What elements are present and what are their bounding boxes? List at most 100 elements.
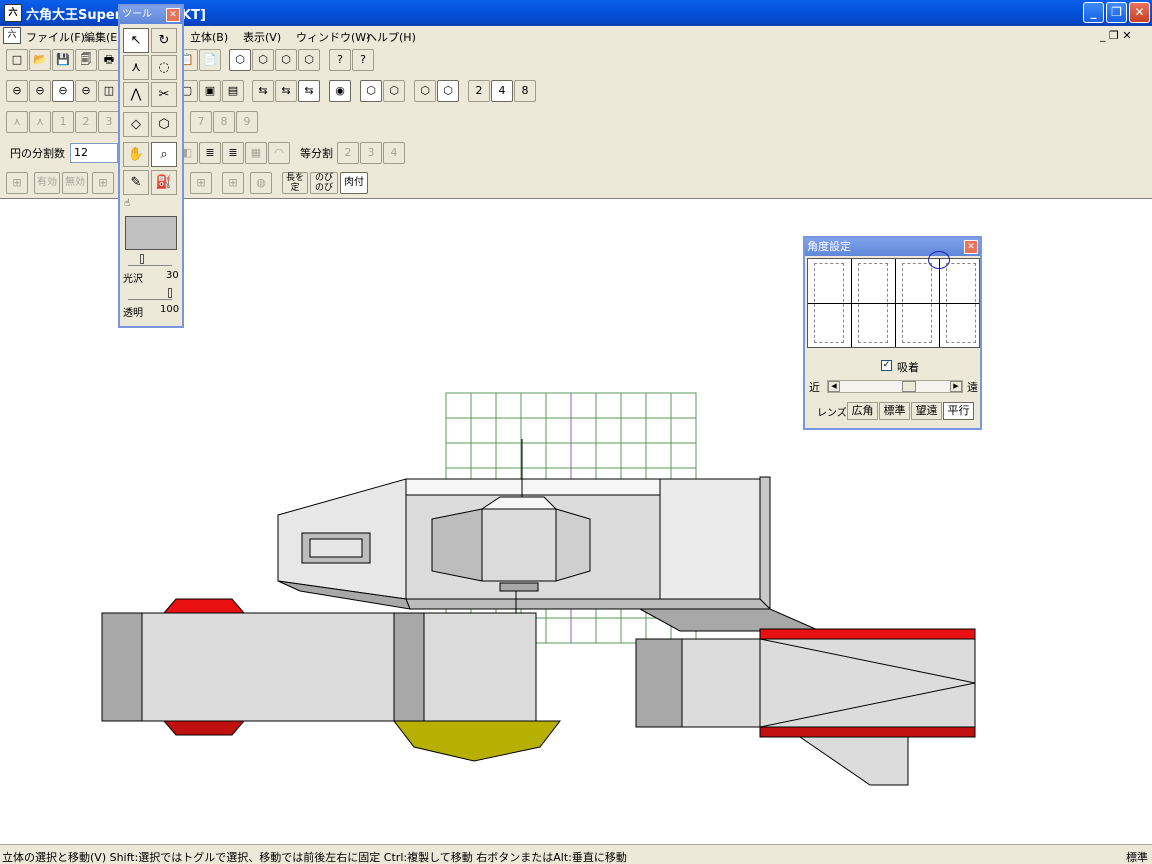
new-file-icon[interactable]: □ — [6, 49, 28, 71]
save-all-icon[interactable]: 🗐 — [75, 49, 97, 71]
joint-icon[interactable]: ⊞ — [190, 172, 212, 194]
invalid-button[interactable]: 無効 — [62, 172, 88, 194]
restore-button[interactable]: ❐ — [1106, 2, 1127, 23]
menu-file[interactable]: ファイル(F) — [26, 29, 85, 45]
slider-right-arrow-icon[interactable]: ▶ — [950, 381, 962, 392]
subdivide-3-button[interactable]: 3 — [98, 111, 120, 133]
fixed-length-button[interactable]: 長を定 — [282, 172, 308, 194]
subdivide-7-button[interactable]: 7 — [190, 111, 212, 133]
subdivide-8-button[interactable]: 8 — [213, 111, 235, 133]
valid-button[interactable]: 有効 — [34, 172, 60, 194]
division-4-button[interactable]: 4 — [491, 80, 513, 102]
cylinder-icon[interactable]: ⊖ — [75, 80, 97, 102]
transparency-slider-thumb[interactable] — [168, 288, 172, 298]
angle-panel-title[interactable]: 角度設定 — [805, 238, 980, 256]
slider-left-arrow-icon[interactable]: ◀ — [828, 381, 840, 392]
circle-division-select[interactable]: 12 — [70, 143, 118, 163]
print-icon[interactable]: 🖶 — [98, 49, 120, 71]
lens-wide-button[interactable]: 広角 — [847, 402, 878, 420]
help-icon[interactable]: ? — [329, 49, 351, 71]
menu-view[interactable]: 表示(V) — [243, 29, 281, 45]
menu-solid[interactable]: 立体(B) — [190, 29, 228, 45]
view-front-icon[interactable]: ⬡ — [252, 49, 274, 71]
mirror-icon[interactable]: ⇆ — [298, 80, 320, 102]
align-icon[interactable]: ≣ — [222, 142, 244, 164]
cylinder-icon[interactable]: ⊖ — [6, 80, 28, 102]
division-8-button[interactable]: 8 — [514, 80, 536, 102]
eyedropper-icon[interactable]: ✎ — [123, 170, 149, 195]
shape-icon[interactable]: ◠ — [268, 142, 290, 164]
image-icon[interactable]: ▤ — [222, 80, 244, 102]
mirror-icon[interactable]: ⇆ — [275, 80, 297, 102]
hand-icon[interactable]: ✋ — [123, 142, 149, 167]
joint-icon[interactable]: ⊞ — [6, 172, 28, 194]
paint-bucket-icon[interactable]: ⛽ — [151, 170, 177, 195]
equal-3-button[interactable]: 3 — [360, 142, 382, 164]
subdivide-9-button[interactable]: 9 — [236, 111, 258, 133]
distance-slider-thumb[interactable] — [902, 381, 916, 392]
knife-icon[interactable]: ✂ — [151, 82, 177, 107]
mdi-controls[interactable]: _ ❐ ✕ — [1100, 29, 1132, 42]
cube-icon[interactable]: ⬡ — [151, 112, 177, 137]
view-side-icon[interactable]: ⬡ — [275, 49, 297, 71]
gloss-slider-thumb[interactable] — [140, 254, 144, 264]
sphere-grid-icon[interactable]: ◍ — [250, 172, 272, 194]
menu-edit[interactable]: 編集(E) — [84, 29, 122, 45]
document-icon[interactable]: 六 — [3, 27, 21, 44]
menu-window[interactable]: ウィンドウ(W) — [296, 29, 370, 45]
division-2-button[interactable]: 2 — [468, 80, 490, 102]
grid-icon[interactable]: ▦ — [245, 142, 267, 164]
close-button[interactable]: ✕ — [1129, 2, 1150, 23]
frame-image-icon[interactable]: ▣ — [199, 80, 221, 102]
edge-icon[interactable]: ⋏ — [29, 111, 51, 133]
shape-icon[interactable]: ◫ — [98, 80, 120, 102]
app-icon[interactable]: 六 — [4, 4, 22, 22]
flesh-button[interactable]: 肉付 — [340, 172, 368, 194]
zoom-icon[interactable]: ⌕ — [151, 142, 177, 167]
polyline-icon[interactable]: ⋀ — [123, 82, 149, 107]
menu-help[interactable]: ヘルプ(H) — [366, 29, 416, 45]
stretch-button[interactable]: のびのび — [310, 172, 338, 194]
tool-palette-close-icon[interactable]: ✕ — [166, 8, 180, 22]
vertex-icon[interactable]: ⋏ — [123, 55, 149, 80]
lasso-icon[interactable]: ◌ — [151, 55, 177, 80]
angle-selector[interactable] — [807, 251, 980, 348]
paste-icon[interactable]: 📄 — [199, 49, 221, 71]
save-icon[interactable]: 💾 — [52, 49, 74, 71]
cube-icon[interactable]: ⬡ — [383, 80, 405, 102]
joint-icon[interactable]: ⊞ — [222, 172, 244, 194]
mirror-icon[interactable]: ⇆ — [252, 80, 274, 102]
subdivide-2-button[interactable]: 2 — [75, 111, 97, 133]
near-label: 近 — [809, 381, 820, 394]
cylinder-icon[interactable]: ⊖ — [29, 80, 51, 102]
lens-tele-button[interactable]: 望遠 — [911, 402, 942, 420]
equal-4-button[interactable]: 4 — [383, 142, 405, 164]
cylinder-icon[interactable]: ⊖ — [52, 80, 74, 102]
gloss-slider[interactable] — [128, 254, 172, 266]
snap-checkbox[interactable]: ✓ — [881, 360, 892, 371]
distance-slider[interactable]: ◀ ▶ — [827, 380, 963, 393]
select-arrow-icon[interactable]: ↖ — [123, 28, 149, 53]
angle-panel-close-icon[interactable]: ✕ — [964, 240, 978, 254]
subdivide-1-button[interactable]: 1 — [52, 111, 74, 133]
plane-icon[interactable]: ◇ — [123, 112, 149, 137]
context-help-icon[interactable]: ? — [352, 49, 374, 71]
equal-2-button[interactable]: 2 — [337, 142, 359, 164]
lens-standard-button[interactable]: 標準 — [879, 402, 910, 420]
lens-parallel-button[interactable]: 平行 — [943, 402, 974, 420]
gloss-value: 30 — [166, 270, 179, 281]
open-folder-icon[interactable]: 📂 — [29, 49, 51, 71]
view-top-icon[interactable]: ⬡ — [298, 49, 320, 71]
rotate-icon[interactable]: ↻ — [151, 28, 177, 53]
minimize-button[interactable]: _ — [1083, 2, 1104, 23]
sphere-icon[interactable]: ◉ — [329, 80, 351, 102]
cube-icon[interactable]: ⬡ — [414, 80, 436, 102]
edge-icon[interactable]: ⋏ — [6, 111, 28, 133]
cube-icon[interactable]: ⬡ — [360, 80, 382, 102]
transparency-slider[interactable] — [128, 288, 172, 300]
color-swatch[interactable] — [125, 216, 177, 250]
joint-icon[interactable]: ⊞ — [92, 172, 114, 194]
align-icon[interactable]: ≣ — [199, 142, 221, 164]
view-all-icon[interactable]: ⬡ — [229, 49, 251, 71]
cube-icon[interactable]: ⬡ — [437, 80, 459, 102]
